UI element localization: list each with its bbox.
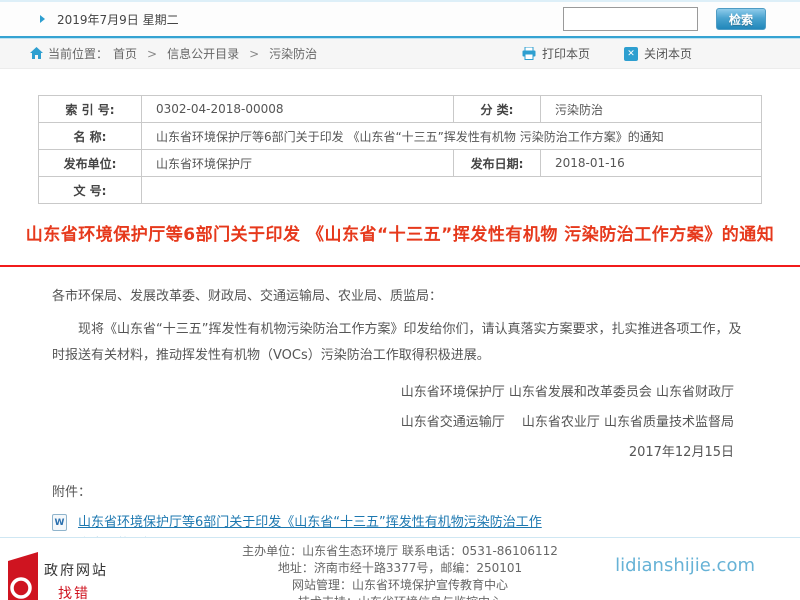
category-label: 分 类: (454, 96, 541, 123)
doc-number-value (142, 177, 762, 204)
document-meta-table: 索 引 号: 0302-04-2018-00008 分 类: 污染防治 名 称:… (38, 95, 762, 204)
gov-badge-flag-icon (8, 552, 38, 600)
signature-block: 山东省环境保护厅 山东省发展和改革委员会 山东省财政厅 山东省交通运输厅 山东省… (52, 386, 748, 459)
doc-name-value: 山东省环境保护厅等6部门关于印发 《山东省“十三五”挥发性有机物 污染防治工作方… (142, 123, 762, 150)
publisher-value: 山东省环境保护厅 (142, 150, 454, 177)
footer-management-line: 网站管理：山东省环境保护宣传教育中心 (0, 577, 800, 594)
search-area: 检索 (563, 7, 766, 31)
triangle-bullet-icon (40, 15, 45, 23)
gov-badge-line1: 政府网站 (44, 563, 108, 579)
table-row: 名 称: 山东省环境保护厅等6部门关于印发 《山东省“十三五”挥发性有机物 污染… (39, 123, 762, 150)
breadcrumb-info-catalog[interactable]: 信息公开目录 (167, 45, 239, 62)
index-number-label: 索 引 号: (39, 96, 142, 123)
close-page-label: 关闭本页 (644, 45, 692, 62)
doc-number-label: 文 号: (39, 177, 142, 204)
category-value: 污染防治 (541, 96, 762, 123)
salutation-line: 各市环保局、发展改革委、财政局、交通运输局、农业局、质监局： (52, 285, 748, 304)
doc-name-label: 名 称: (39, 123, 142, 150)
breadcrumb-separator: > (249, 47, 259, 61)
breadcrumb-pollution-control[interactable]: 污染防治 (269, 45, 317, 62)
top-bar: 2019年7月9日 星期二 检索 (0, 0, 800, 36)
breadcrumb-home[interactable]: 首页 (113, 45, 137, 62)
close-icon: ✕ (624, 47, 638, 61)
table-row: 文 号: (39, 177, 762, 204)
close-page-link-top[interactable]: ✕ 关闭本页 (624, 45, 692, 62)
watermark-text: lidianshijie.com (615, 555, 755, 576)
search-input[interactable] (563, 7, 698, 31)
table-row: 索 引 号: 0302-04-2018-00008 分 类: 污染防治 (39, 96, 762, 123)
breadcrumb: 当前位置： 首页 > 信息公开目录 > 污染防治 (30, 45, 317, 62)
home-icon (30, 47, 43, 60)
gov-badge-text: 政府网站 找错 (44, 560, 108, 600)
print-page-link[interactable]: 打印本页 (522, 45, 590, 62)
publisher-label: 发布单位: (39, 150, 142, 177)
red-rule (0, 265, 800, 267)
publish-date-value: 2018-01-16 (541, 150, 762, 177)
breadcrumb-bar: 当前位置： 首页 > 信息公开目录 > 污染防治 打印本页 ✕ 关闭本页 (0, 39, 800, 69)
gov-website-error-badge[interactable]: 政府网站 找错 (8, 552, 108, 600)
gov-badge-line2: 找错 (58, 583, 90, 600)
printer-icon (522, 47, 536, 60)
page-title: 山东省环境保护厅等6部门关于印发 《山东省“十三五”挥发性有机物 污染防治工作方… (0, 220, 800, 245)
footer-support-line: 技术支持：山东省环境信息与监控中心 (0, 594, 800, 600)
breadcrumb-separator: > (147, 47, 157, 61)
article-body: 各市环保局、发展改革委、财政局、交通运输局、农业局、质监局： 现将《山东省“十三… (0, 285, 800, 557)
signature-line: 山东省交通运输厅 山东省农业厅 山东省质量技术监督局 (52, 416, 734, 429)
current-date: 2019年7月9日 星期二 (57, 11, 179, 28)
page-actions: 打印本页 ✕ 关闭本页 (522, 45, 692, 62)
word-doc-icon: W (52, 514, 67, 531)
print-page-label: 打印本页 (542, 45, 590, 62)
index-number-value: 0302-04-2018-00008 (142, 96, 454, 123)
breadcrumb-prefix: 当前位置： (48, 45, 108, 62)
table-row: 发布单位: 山东省环境保护厅 发布日期: 2018-01-16 (39, 150, 762, 177)
publish-date-label: 发布日期: (454, 150, 541, 177)
signature-date: 2017年12月15日 (52, 446, 734, 459)
search-button[interactable]: 检索 (716, 8, 766, 30)
body-paragraph: 现将《山东省“十三五”挥发性有机物污染防治工作方案》印发给你们，请认真落实方案要… (52, 317, 748, 369)
signature-line: 山东省环境保护厅 山东省发展和改革委员会 山东省财政厅 (52, 386, 734, 399)
attachment-label: 附件： (52, 481, 748, 500)
